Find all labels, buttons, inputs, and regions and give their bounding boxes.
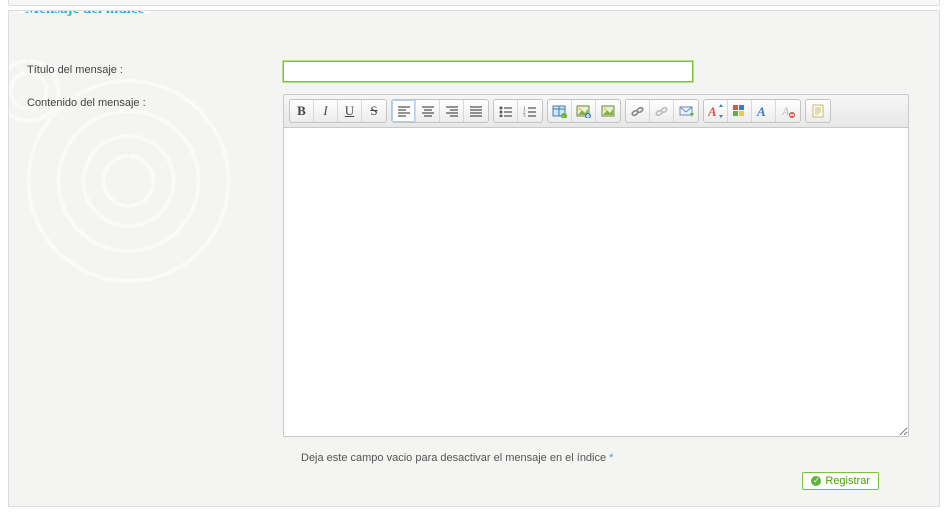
hint-text: Deja este campo vacio para desactivar el… (301, 452, 909, 464)
rich-text-editor: B I U S (283, 94, 909, 440)
align-center-button[interactable] (416, 100, 440, 122)
svg-text:3: 3 (523, 115, 526, 117)
image-host-button[interactable] (572, 100, 596, 122)
editor-toolbar: B I U S (283, 94, 909, 127)
unordered-list-button[interactable] (494, 100, 518, 122)
link-button[interactable] (626, 100, 650, 122)
font-family-button[interactable]: A (752, 100, 776, 122)
content-label: Contenido del mensaje : (27, 94, 283, 109)
svg-text:A: A (708, 104, 717, 118)
message-content-textarea[interactable] (283, 127, 909, 437)
unlink-button[interactable] (650, 100, 674, 122)
panel-title: Mensaje del índice (19, 10, 150, 18)
panel-content: Título del mensaje : Contenido del mensa… (9, 11, 939, 490)
italic-button[interactable]: I (314, 100, 338, 122)
bold-button[interactable]: B (290, 100, 314, 122)
content-row: Contenido del mensaje : B I U S (27, 94, 909, 440)
align-left-button[interactable] (392, 100, 416, 122)
register-label: Registrar (825, 475, 870, 487)
source-button[interactable] (806, 100, 830, 122)
align-right-button[interactable] (440, 100, 464, 122)
previous-panel-edge (8, 0, 940, 6)
font-color-button[interactable] (728, 100, 752, 122)
toolbar-group-align (391, 99, 489, 123)
svg-text:+: + (562, 115, 565, 118)
index-message-panel: Mensaje del índice Título del mensaje : … (8, 10, 940, 507)
mail-button[interactable] (674, 100, 698, 122)
svg-text:A: A (756, 104, 766, 118)
svg-text:A: A (781, 104, 790, 118)
register-button[interactable]: ✓ Registrar (802, 472, 879, 490)
check-icon: ✓ (811, 476, 821, 486)
toolbar-group-font: A A A (703, 99, 801, 123)
ordered-list-button[interactable]: 123 (518, 100, 542, 122)
toolbar-group-links (625, 99, 699, 123)
insert-table-button[interactable]: + (548, 100, 572, 122)
actions-row: ✓ Registrar (27, 472, 879, 490)
font-size-button[interactable]: A (704, 100, 728, 122)
hint-asterisk: * (609, 452, 613, 464)
toolbar-group-source (805, 99, 831, 123)
align-justify-button[interactable] (464, 100, 488, 122)
insert-image-button[interactable] (596, 100, 620, 122)
title-label: Título del mensaje : (27, 61, 283, 76)
toolbar-group-insert: + (547, 99, 621, 123)
title-row: Título del mensaje : (27, 61, 909, 82)
underline-button[interactable]: U (338, 100, 362, 122)
message-title-input[interactable] (283, 61, 693, 82)
toolbar-group-textstyle: B I U S (289, 99, 387, 123)
remove-format-button[interactable]: A (776, 100, 800, 122)
hint-body: Deja este campo vacio para desactivar el… (301, 452, 609, 464)
toolbar-group-lists: 123 (493, 99, 543, 123)
strike-button[interactable]: S (362, 100, 386, 122)
